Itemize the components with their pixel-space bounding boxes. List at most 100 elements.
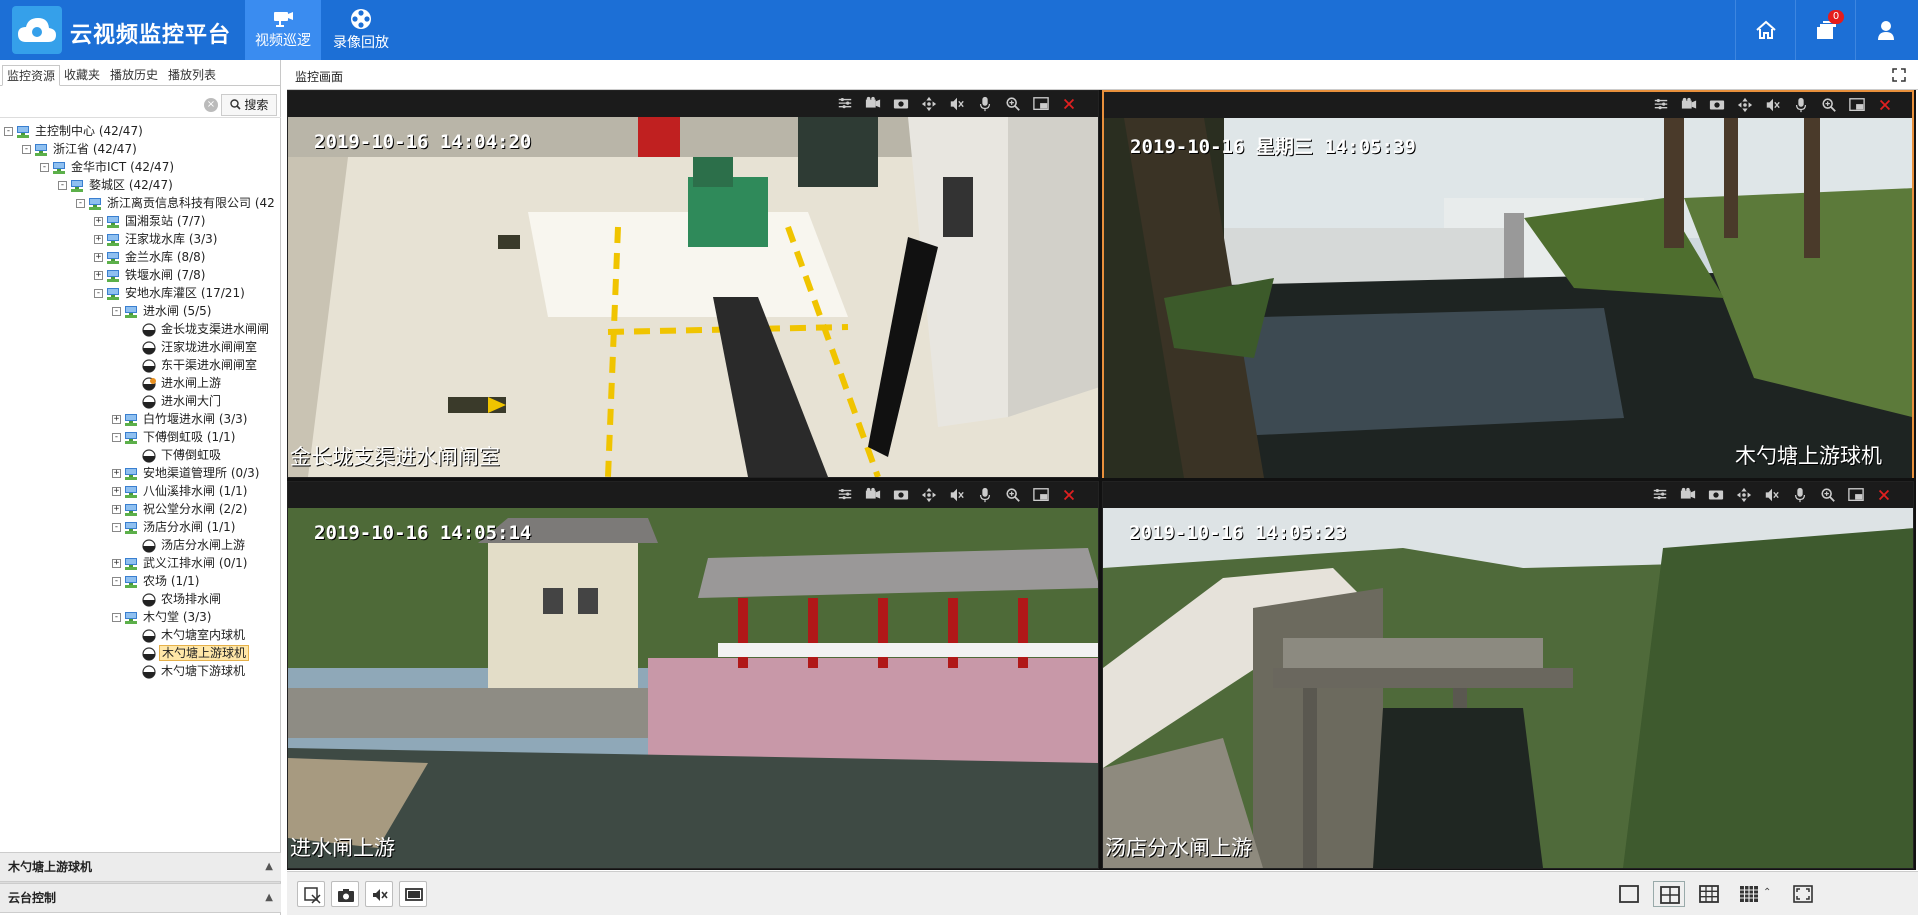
nav-video-patrol[interactable]: 视频巡逻 (245, 0, 321, 60)
zoom-icon[interactable] (1819, 487, 1837, 503)
collapse-icon[interactable]: - (58, 181, 67, 190)
layout-more-button[interactable]: ⌃ (1733, 881, 1781, 907)
tree-item-camera[interactable]: 汪家垅进水闸闸室 (130, 338, 259, 356)
ptz-icon[interactable] (920, 96, 938, 112)
tree-item-camera[interactable]: 进水闸上游 (130, 374, 223, 392)
tree-item-camera[interactable]: 东干渠进水闸闸室 (130, 356, 259, 374)
tree-item-group[interactable]: + 武义江排水闸 (0/1) (112, 554, 250, 572)
close-icon[interactable] (1060, 96, 1078, 112)
mute-icon[interactable] (1764, 97, 1782, 113)
close-all-button[interactable] (297, 881, 325, 907)
tree-item-group[interactable]: + 八仙溪排水闸 (1/1) (112, 482, 250, 500)
close-icon[interactable] (1060, 487, 1078, 503)
tree-item-camera[interactable]: 进水闸大门 (130, 392, 223, 410)
settings-icon[interactable] (836, 487, 854, 503)
zoom-icon[interactable] (1820, 97, 1838, 113)
tab-play-history[interactable]: 播放历史 (106, 65, 162, 86)
mute-icon[interactable] (948, 96, 966, 112)
tree-item-group[interactable]: - 安地水库灌区 (17/21) (94, 284, 247, 302)
collapse-icon[interactable]: - (94, 289, 103, 298)
tree-item-camera[interactable]: 农场排水闸 (130, 590, 223, 608)
collapse-icon[interactable]: - (112, 613, 121, 622)
messages-button[interactable]: 0 (1795, 0, 1853, 60)
collapse-icon[interactable]: - (4, 127, 13, 136)
layout-1x1-button[interactable] (1613, 881, 1645, 907)
ptz-icon[interactable] (1736, 97, 1754, 113)
tab-favorites[interactable]: 收藏夹 (60, 65, 104, 86)
mute-icon[interactable] (1763, 487, 1781, 503)
tree-item-group[interactable]: - 主控制中心 (42/47) (4, 122, 145, 140)
snapshot-icon[interactable] (892, 487, 910, 503)
tab-playlist[interactable]: 播放列表 (164, 65, 220, 86)
tree-item-group[interactable]: + 国湘泵站 (7/7) (94, 212, 208, 230)
snapshot-icon[interactable] (892, 96, 910, 112)
tree-item-camera[interactable]: 木勺塘下游球机 (130, 662, 247, 680)
collapse-icon[interactable]: - (112, 307, 121, 316)
tree-item-group[interactable]: - 浙江离贡信息科技有限公司 (42 (76, 194, 277, 212)
tree-item-group[interactable]: + 安地渠道管理所 (0/3) (112, 464, 262, 482)
expand-icon[interactable]: + (112, 559, 121, 568)
ptz-icon[interactable] (1735, 487, 1753, 503)
snapshot-icon[interactable] (1707, 487, 1725, 503)
expand-icon[interactable]: + (112, 415, 121, 424)
monitor-wall-button[interactable] (399, 881, 427, 907)
collapse-icon[interactable]: - (40, 163, 49, 172)
expand-icon[interactable]: + (94, 271, 103, 280)
tree-item-group[interactable]: + 祝公堂分水闸 (2/2) (112, 500, 250, 518)
collapse-icon[interactable]: - (112, 577, 121, 586)
snapshot-icon[interactable] (1708, 97, 1726, 113)
settings-icon[interactable] (836, 96, 854, 112)
window-icon[interactable] (1847, 487, 1865, 503)
mute-all-button[interactable] (365, 881, 393, 907)
tree-item-camera[interactable]: 汤店分水闸上游 (130, 536, 247, 554)
window-icon[interactable] (1032, 96, 1050, 112)
tree-item-group[interactable]: + 汪家垅水库 (3/3) (94, 230, 220, 248)
record-icon[interactable] (1679, 487, 1697, 503)
mic-icon[interactable] (976, 487, 994, 503)
accordion-ptz-control[interactable]: 云台控制 ▲ (0, 883, 281, 913)
expand-icon[interactable]: + (94, 235, 103, 244)
tab-monitor-resources[interactable]: 监控资源 (2, 65, 61, 86)
tree-item-group[interactable]: + 铁堰水闸 (7/8) (94, 266, 208, 284)
expand-icon[interactable]: + (94, 253, 103, 262)
ptz-icon[interactable] (920, 487, 938, 503)
expand-icon[interactable]: + (112, 505, 121, 514)
window-icon[interactable] (1848, 97, 1866, 113)
nav-record-playback[interactable]: 录像回放 (323, 0, 399, 60)
tree-item-camera[interactable]: 木勺塘室内球机 (130, 626, 247, 644)
expand-icon[interactable] (1892, 68, 1906, 85)
expand-icon[interactable]: + (112, 469, 121, 478)
search-button[interactable]: 搜索 (221, 94, 277, 116)
settings-icon[interactable] (1651, 487, 1669, 503)
zoom-icon[interactable] (1004, 96, 1022, 112)
tree-item-group[interactable]: - 汤店分水闸 (1/1) (112, 518, 238, 536)
collapse-icon[interactable]: - (112, 433, 121, 442)
video-cell-2[interactable]: 2019-10-16 星期三 14:05:39 木勺塘上游球机 (1102, 90, 1914, 478)
tree-item-group[interactable]: + 金兰水库 (8/8) (94, 248, 208, 266)
record-icon[interactable] (1680, 97, 1698, 113)
record-icon[interactable] (864, 487, 882, 503)
tree-item-camera[interactable]: 金长垅支渠进水闸闸 (130, 320, 271, 338)
tree-item-group[interactable]: - 进水闸 (5/5) (112, 302, 214, 320)
expand-icon[interactable]: + (94, 217, 103, 226)
home-button[interactable] (1735, 0, 1793, 60)
mic-icon[interactable] (976, 96, 994, 112)
settings-icon[interactable] (1652, 97, 1670, 113)
record-icon[interactable] (864, 96, 882, 112)
tree-item-group[interactable]: - 婺城区 (42/47) (58, 176, 175, 194)
mic-icon[interactable] (1792, 97, 1810, 113)
accordion-camera-info[interactable]: 木勺塘上游球机 ▲ (0, 852, 281, 882)
video-cell-1[interactable]: 2019-10-16 14:04:20 金长垅支渠进水闸闸室 (287, 90, 1099, 478)
video-cell-4[interactable]: 2019-10-16 14:05:23 汤店分水闸上游 (1102, 481, 1914, 869)
fullscreen-button[interactable] (1787, 881, 1819, 907)
tree-item-group[interactable]: - 下傅倒虹吸 (1/1) (112, 428, 238, 446)
window-icon[interactable] (1032, 487, 1050, 503)
tree-item-camera[interactable]: 木勺塘上游球机 (130, 644, 250, 662)
tree-item-group[interactable]: - 农场 (1/1) (112, 572, 202, 590)
zoom-icon[interactable] (1004, 487, 1022, 503)
layout-2x2-button[interactable] (1653, 881, 1685, 907)
collapse-icon[interactable]: - (76, 199, 85, 208)
layout-3x3-button[interactable] (1693, 881, 1725, 907)
collapse-icon[interactable]: - (112, 523, 121, 532)
collapse-icon[interactable]: - (22, 145, 31, 154)
